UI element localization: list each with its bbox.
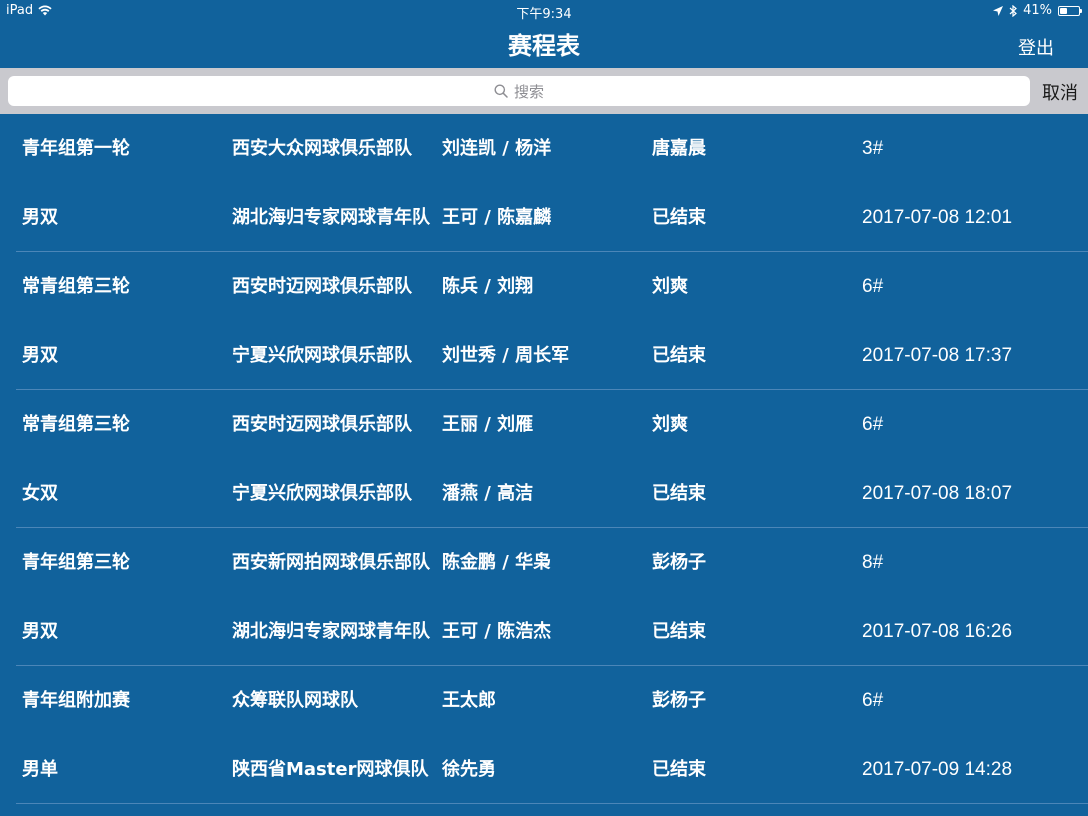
match-round: 青年组第一轮 — [22, 138, 130, 159]
opponent-team: 湖北海归专家网球青年队 — [232, 621, 430, 642]
match-list[interactable]: 青年组第一轮 西安大众网球俱乐部队 刘连凯 / 杨洋 唐嘉晨 3# 男双 湖北海归专家网球青… — [0, 114, 1088, 804]
match-status: 已结束 — [652, 345, 706, 366]
team-name: 西安时迈网球俱乐部队 — [232, 414, 412, 435]
match-row-bottom: 男双 宁夏兴欣网球俱乐部队 刘世秀 / 周长军 已结束 2017-07-08 17:37 — [16, 321, 1088, 390]
match-round: 青年组附加赛 — [22, 690, 130, 711]
search-input[interactable]: 搜索 — [8, 76, 1030, 106]
match-type: 女双 — [22, 483, 58, 504]
opponent-players: 徐先勇 — [442, 759, 496, 780]
match-time: 2017-07-08 16:26 — [862, 621, 1013, 642]
referee: 唐嘉晨 — [652, 138, 706, 159]
players: 陈金鹏 / 华枭 — [442, 552, 552, 573]
battery-percent: 41% — [1023, 3, 1052, 18]
players: 王太郎 — [442, 690, 496, 711]
match-time: 2017-07-09 14:28 — [862, 759, 1013, 780]
opponent-team: 宁夏兴欣网球俱乐部队 — [232, 483, 412, 504]
referee: 彭杨子 — [652, 690, 706, 711]
match-type: 男单 — [22, 759, 58, 780]
match-item[interactable]: 青年组附加赛 众筹联队网球队 王太郎 彭杨子 6# 男单 陕西省Master网球俱队 徐先勇 已… — [16, 666, 1088, 804]
court-number: 6# — [862, 276, 884, 297]
page-title: 赛程表 — [508, 32, 580, 60]
search-placeholder: 搜索 — [513, 82, 544, 101]
cancel-button[interactable]: 取消 — [1042, 79, 1078, 105]
navigation-bar: 赛程表 登出 — [0, 22, 1088, 68]
court-number: 3# — [862, 138, 884, 159]
battery-icon — [1058, 5, 1082, 16]
match-item[interactable]: 青年组第三轮 西安新网拍网球俱乐部队 陈金鹏 / 华枭 彭杨子 8# 男双 湖北海归专家网球… — [16, 528, 1088, 666]
opponent-players: 潘燕 / 高洁 — [442, 483, 534, 504]
location-arrow-icon — [993, 5, 1004, 16]
match-row-bottom: 男单 陕西省Master网球俱队 徐先勇 已结束 2017-07-09 14:28 — [16, 735, 1088, 804]
match-row-top: 青年组第三轮 西安新网拍网球俱乐部队 陈金鹏 / 华枭 彭杨子 8# — [16, 528, 1088, 597]
match-time: 2017-07-08 18:07 — [862, 483, 1013, 504]
match-round: 青年组第三轮 — [22, 552, 130, 573]
team-name: 西安时迈网球俱乐部队 — [232, 276, 412, 297]
match-row-top: 常青组第三轮 西安时迈网球俱乐部队 陈兵 / 刘翔 刘爽 6# — [16, 252, 1088, 321]
logout-button[interactable]: 登出 — [1018, 34, 1054, 60]
players: 陈兵 / 刘翔 — [442, 276, 534, 297]
opponent-team: 陕西省Master网球俱队 — [232, 759, 429, 780]
players: 刘连凯 / 杨洋 — [442, 138, 552, 159]
match-row-top: 青年组第一轮 西安大众网球俱乐部队 刘连凯 / 杨洋 唐嘉晨 3# — [16, 114, 1088, 183]
referee: 刘爽 — [652, 276, 688, 297]
match-round: 常青组第三轮 — [22, 414, 130, 435]
referee: 刘爽 — [652, 414, 688, 435]
match-item[interactable]: 常青组第三轮 西安时迈网球俱乐部队 王丽 / 刘雁 刘爽 6# 女双 宁夏兴欣网球俱乐部队 潘… — [16, 390, 1088, 528]
match-time: 2017-07-08 17:37 — [862, 345, 1013, 366]
match-status: 已结束 — [652, 621, 706, 642]
opponent-team: 湖北海归专家网球青年队 — [232, 207, 430, 228]
status-bar: iPad 下午9:34 41% — [0, 0, 1088, 22]
match-item[interactable]: 青年组第一轮 西安大众网球俱乐部队 刘连凯 / 杨洋 唐嘉晨 3# 男双 湖北海归专家网球青… — [16, 114, 1088, 252]
court-number: 6# — [862, 690, 884, 711]
bluetooth-icon — [1009, 4, 1018, 17]
match-time: 2017-07-08 12:01 — [862, 207, 1013, 228]
match-row-bottom: 女双 宁夏兴欣网球俱乐部队 潘燕 / 高洁 已结束 2017-07-08 18:07 — [16, 459, 1088, 528]
status-time: 下午9:34 — [516, 7, 572, 22]
match-row-top: 常青组第三轮 西安时迈网球俱乐部队 王丽 / 刘雁 刘爽 6# — [16, 390, 1088, 459]
match-item[interactable]: 常青组第三轮 西安时迈网球俱乐部队 陈兵 / 刘翔 刘爽 6# 男双 宁夏兴欣网球俱乐部队 刘… — [16, 252, 1088, 390]
match-status: 已结束 — [652, 759, 706, 780]
search-bar: 搜索 取消 — [0, 68, 1088, 114]
referee: 彭杨子 — [652, 552, 706, 573]
court-number: 8# — [862, 552, 884, 573]
team-name: 众筹联队网球队 — [232, 690, 358, 711]
match-type: 男双 — [22, 345, 58, 366]
team-name: 西安新网拍网球俱乐部队 — [232, 552, 430, 573]
match-row-top: 青年组附加赛 众筹联队网球队 王太郎 彭杨子 6# — [16, 666, 1088, 735]
match-row-bottom: 男双 湖北海归专家网球青年队 王可 / 陈浩杰 已结束 2017-07-08 16:26 — [16, 597, 1088, 666]
opponent-team: 宁夏兴欣网球俱乐部队 — [232, 345, 412, 366]
opponent-players: 刘世秀 / 周长军 — [442, 345, 570, 366]
team-name: 西安大众网球俱乐部队 — [232, 138, 412, 159]
match-status: 已结束 — [652, 207, 706, 228]
court-number: 6# — [862, 414, 884, 435]
search-icon — [494, 84, 508, 98]
match-type: 男双 — [22, 621, 58, 642]
match-row-bottom: 男双 湖北海归专家网球青年队 王可 / 陈嘉麟 已结束 2017-07-08 12:01 — [16, 183, 1088, 252]
players: 王丽 / 刘雁 — [442, 414, 534, 435]
opponent-players: 王可 / 陈浩杰 — [442, 621, 552, 642]
opponent-players: 王可 / 陈嘉麟 — [442, 207, 552, 228]
match-status: 已结束 — [652, 483, 706, 504]
match-type: 男双 — [22, 207, 58, 228]
match-round: 常青组第三轮 — [22, 276, 130, 297]
